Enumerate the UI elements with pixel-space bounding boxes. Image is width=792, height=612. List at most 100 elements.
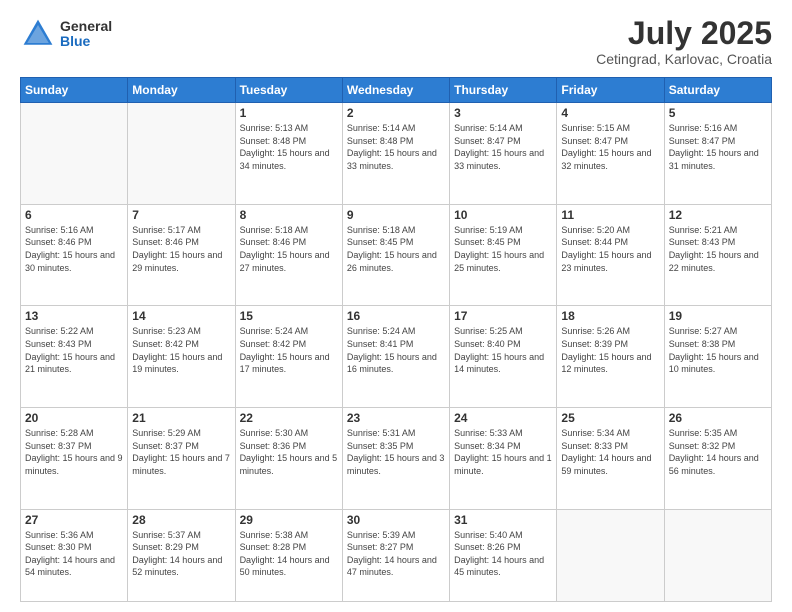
calendar-cell	[557, 509, 664, 601]
calendar-cell: 24Sunrise: 5:33 AMSunset: 8:34 PMDayligh…	[450, 408, 557, 510]
day-number: 19	[669, 309, 767, 323]
day-detail: Sunrise: 5:18 AMSunset: 8:45 PMDaylight:…	[347, 224, 445, 274]
day-number: 29	[240, 513, 338, 527]
day-number: 1	[240, 106, 338, 120]
calendar-cell: 15 Sunrise: 5:24 AMSunset: 8:42 PMDayligh…	[235, 306, 342, 408]
calendar-cell: 22Sunrise: 5:30 AMSunset: 8:36 PMDayligh…	[235, 408, 342, 510]
day-detail: Sunrise: 5:34 AMSunset: 8:33 PMDaylight:…	[561, 427, 659, 477]
day-detail: Sunrise: 5:15 AMSunset: 8:47 PMDaylight:…	[561, 122, 659, 172]
weekday-header-friday: Friday	[557, 78, 664, 103]
header: General Blue July 2025 Cetingrad, Karlov…	[20, 16, 772, 67]
day-detail: Sunrise: 5:13 AMSunset: 8:48 PMDaylight:…	[240, 122, 338, 172]
day-detail: Sunrise: 5:16 AMSunset: 8:46 PMDaylight:…	[25, 224, 123, 274]
month-year: July 2025	[596, 16, 772, 51]
day-detail: Sunrise: 5:28 AMSunset: 8:37 PMDaylight:…	[25, 427, 123, 477]
day-detail: Sunrise: 5:14 AMSunset: 8:47 PMDaylight:…	[454, 122, 552, 172]
calendar-cell: 11Sunrise: 5:20 AMSunset: 8:44 PMDayligh…	[557, 204, 664, 306]
day-number: 22	[240, 411, 338, 425]
day-number: 9	[347, 208, 445, 222]
location: Cetingrad, Karlovac, Croatia	[596, 51, 772, 67]
logo: General Blue	[20, 16, 112, 52]
calendar-cell: 10Sunrise: 5:19 AMSunset: 8:45 PMDayligh…	[450, 204, 557, 306]
day-detail: Sunrise: 5:20 AMSunset: 8:44 PMDaylight:…	[561, 224, 659, 274]
calendar-week-row: 13 Sunrise: 5:22 AMSunset: 8:43 PMDayligh…	[21, 306, 772, 408]
day-detail: Sunrise: 5:24 AMSunset: 8:41 PMDaylight:…	[347, 325, 445, 375]
day-detail: Sunrise: 5:29 AMSunset: 8:37 PMDaylight:…	[132, 427, 230, 477]
weekday-header-tuesday: Tuesday	[235, 78, 342, 103]
calendar-cell: 28Sunrise: 5:37 AMSunset: 8:29 PMDayligh…	[128, 509, 235, 601]
calendar-cell: 2 Sunrise: 5:14 AMSunset: 8:48 PMDaylight…	[342, 103, 449, 205]
calendar-cell: 8 Sunrise: 5:18 AMSunset: 8:46 PMDaylight…	[235, 204, 342, 306]
day-number: 2	[347, 106, 445, 120]
day-number: 5	[669, 106, 767, 120]
day-number: 6	[25, 208, 123, 222]
day-number: 30	[347, 513, 445, 527]
day-detail: Sunrise: 5:40 AMSunset: 8:26 PMDaylight:…	[454, 529, 552, 579]
weekday-header-saturday: Saturday	[664, 78, 771, 103]
day-number: 27	[25, 513, 123, 527]
day-number: 17	[454, 309, 552, 323]
page: General Blue July 2025 Cetingrad, Karlov…	[0, 0, 792, 612]
day-detail: Sunrise: 5:25 AMSunset: 8:40 PMDaylight:…	[454, 325, 552, 375]
calendar-cell: 18Sunrise: 5:26 AMSunset: 8:39 PMDayligh…	[557, 306, 664, 408]
day-detail: Sunrise: 5:24 AMSunset: 8:42 PMDaylight:…	[240, 325, 338, 375]
weekday-header-thursday: Thursday	[450, 78, 557, 103]
day-number: 15	[240, 309, 338, 323]
day-number: 16	[347, 309, 445, 323]
calendar-cell: 20Sunrise: 5:28 AMSunset: 8:37 PMDayligh…	[21, 408, 128, 510]
calendar-table: SundayMondayTuesdayWednesdayThursdayFrid…	[20, 77, 772, 602]
calendar-cell: 19 Sunrise: 5:27 AMSunset: 8:38 PMDayligh…	[664, 306, 771, 408]
day-detail: Sunrise: 5:33 AMSunset: 8:34 PMDaylight:…	[454, 427, 552, 477]
day-detail: Sunrise: 5:35 AMSunset: 8:32 PMDaylight:…	[669, 427, 767, 477]
day-number: 25	[561, 411, 659, 425]
calendar-cell: 9 Sunrise: 5:18 AMSunset: 8:45 PMDaylight…	[342, 204, 449, 306]
calendar-cell: 13 Sunrise: 5:22 AMSunset: 8:43 PMDayligh…	[21, 306, 128, 408]
day-number: 31	[454, 513, 552, 527]
day-detail: Sunrise: 5:22 AMSunset: 8:43 PMDaylight:…	[25, 325, 123, 375]
day-number: 21	[132, 411, 230, 425]
day-detail: Sunrise: 5:38 AMSunset: 8:28 PMDaylight:…	[240, 529, 338, 579]
logo-text: General Blue	[60, 19, 112, 50]
day-detail: Sunrise: 5:18 AMSunset: 8:46 PMDaylight:…	[240, 224, 338, 274]
day-detail: Sunrise: 5:36 AMSunset: 8:30 PMDaylight:…	[25, 529, 123, 579]
day-number: 12	[669, 208, 767, 222]
day-detail: Sunrise: 5:23 AMSunset: 8:42 PMDaylight:…	[132, 325, 230, 375]
day-number: 8	[240, 208, 338, 222]
calendar-week-row: 27 Sunrise: 5:36 AMSunset: 8:30 PMDayligh…	[21, 509, 772, 601]
calendar-cell: 5Sunrise: 5:16 AMSunset: 8:47 PMDaylight…	[664, 103, 771, 205]
logo-general-text: General	[60, 19, 112, 34]
calendar-week-row: 6 Sunrise: 5:16 AMSunset: 8:46 PMDaylight…	[21, 204, 772, 306]
calendar-cell: 6 Sunrise: 5:16 AMSunset: 8:46 PMDaylight…	[21, 204, 128, 306]
weekday-header-row: SundayMondayTuesdayWednesdayThursdayFrid…	[21, 78, 772, 103]
day-detail: Sunrise: 5:21 AMSunset: 8:43 PMDaylight:…	[669, 224, 767, 274]
day-detail: Sunrise: 5:14 AMSunset: 8:48 PMDaylight:…	[347, 122, 445, 172]
day-number: 4	[561, 106, 659, 120]
calendar-cell: 27 Sunrise: 5:36 AMSunset: 8:30 PMDayligh…	[21, 509, 128, 601]
weekday-header-sunday: Sunday	[21, 78, 128, 103]
day-number: 28	[132, 513, 230, 527]
calendar-cell: 4 Sunrise: 5:15 AMSunset: 8:47 PMDaylight…	[557, 103, 664, 205]
calendar-week-row: 20Sunrise: 5:28 AMSunset: 8:37 PMDayligh…	[21, 408, 772, 510]
calendar-cell: 7Sunrise: 5:17 AMSunset: 8:46 PMDaylight…	[128, 204, 235, 306]
calendar-cell: 3 Sunrise: 5:14 AMSunset: 8:47 PMDaylight…	[450, 103, 557, 205]
day-number: 13	[25, 309, 123, 323]
day-detail: Sunrise: 5:19 AMSunset: 8:45 PMDaylight:…	[454, 224, 552, 274]
logo-icon	[20, 16, 56, 52]
calendar-cell: 21 Sunrise: 5:29 AMSunset: 8:37 PMDayligh…	[128, 408, 235, 510]
calendar-cell: 30 Sunrise: 5:39 AMSunset: 8:27 PMDayligh…	[342, 509, 449, 601]
day-number: 18	[561, 309, 659, 323]
calendar-cell: 12 Sunrise: 5:21 AMSunset: 8:43 PMDayligh…	[664, 204, 771, 306]
day-number: 23	[347, 411, 445, 425]
day-number: 3	[454, 106, 552, 120]
day-detail: Sunrise: 5:39 AMSunset: 8:27 PMDaylight:…	[347, 529, 445, 579]
weekday-header-wednesday: Wednesday	[342, 78, 449, 103]
title-block: July 2025 Cetingrad, Karlovac, Croatia	[596, 16, 772, 67]
day-detail: Sunrise: 5:17 AMSunset: 8:46 PMDaylight:…	[132, 224, 230, 274]
day-number: 26	[669, 411, 767, 425]
day-detail: Sunrise: 5:27 AMSunset: 8:38 PMDaylight:…	[669, 325, 767, 375]
calendar-cell: 14Sunrise: 5:23 AMSunset: 8:42 PMDayligh…	[128, 306, 235, 408]
calendar-cell: 16 Sunrise: 5:24 AMSunset: 8:41 PMDayligh…	[342, 306, 449, 408]
calendar-cell	[664, 509, 771, 601]
calendar-cell: 17 Sunrise: 5:25 AMSunset: 8:40 PMDayligh…	[450, 306, 557, 408]
calendar-cell	[128, 103, 235, 205]
